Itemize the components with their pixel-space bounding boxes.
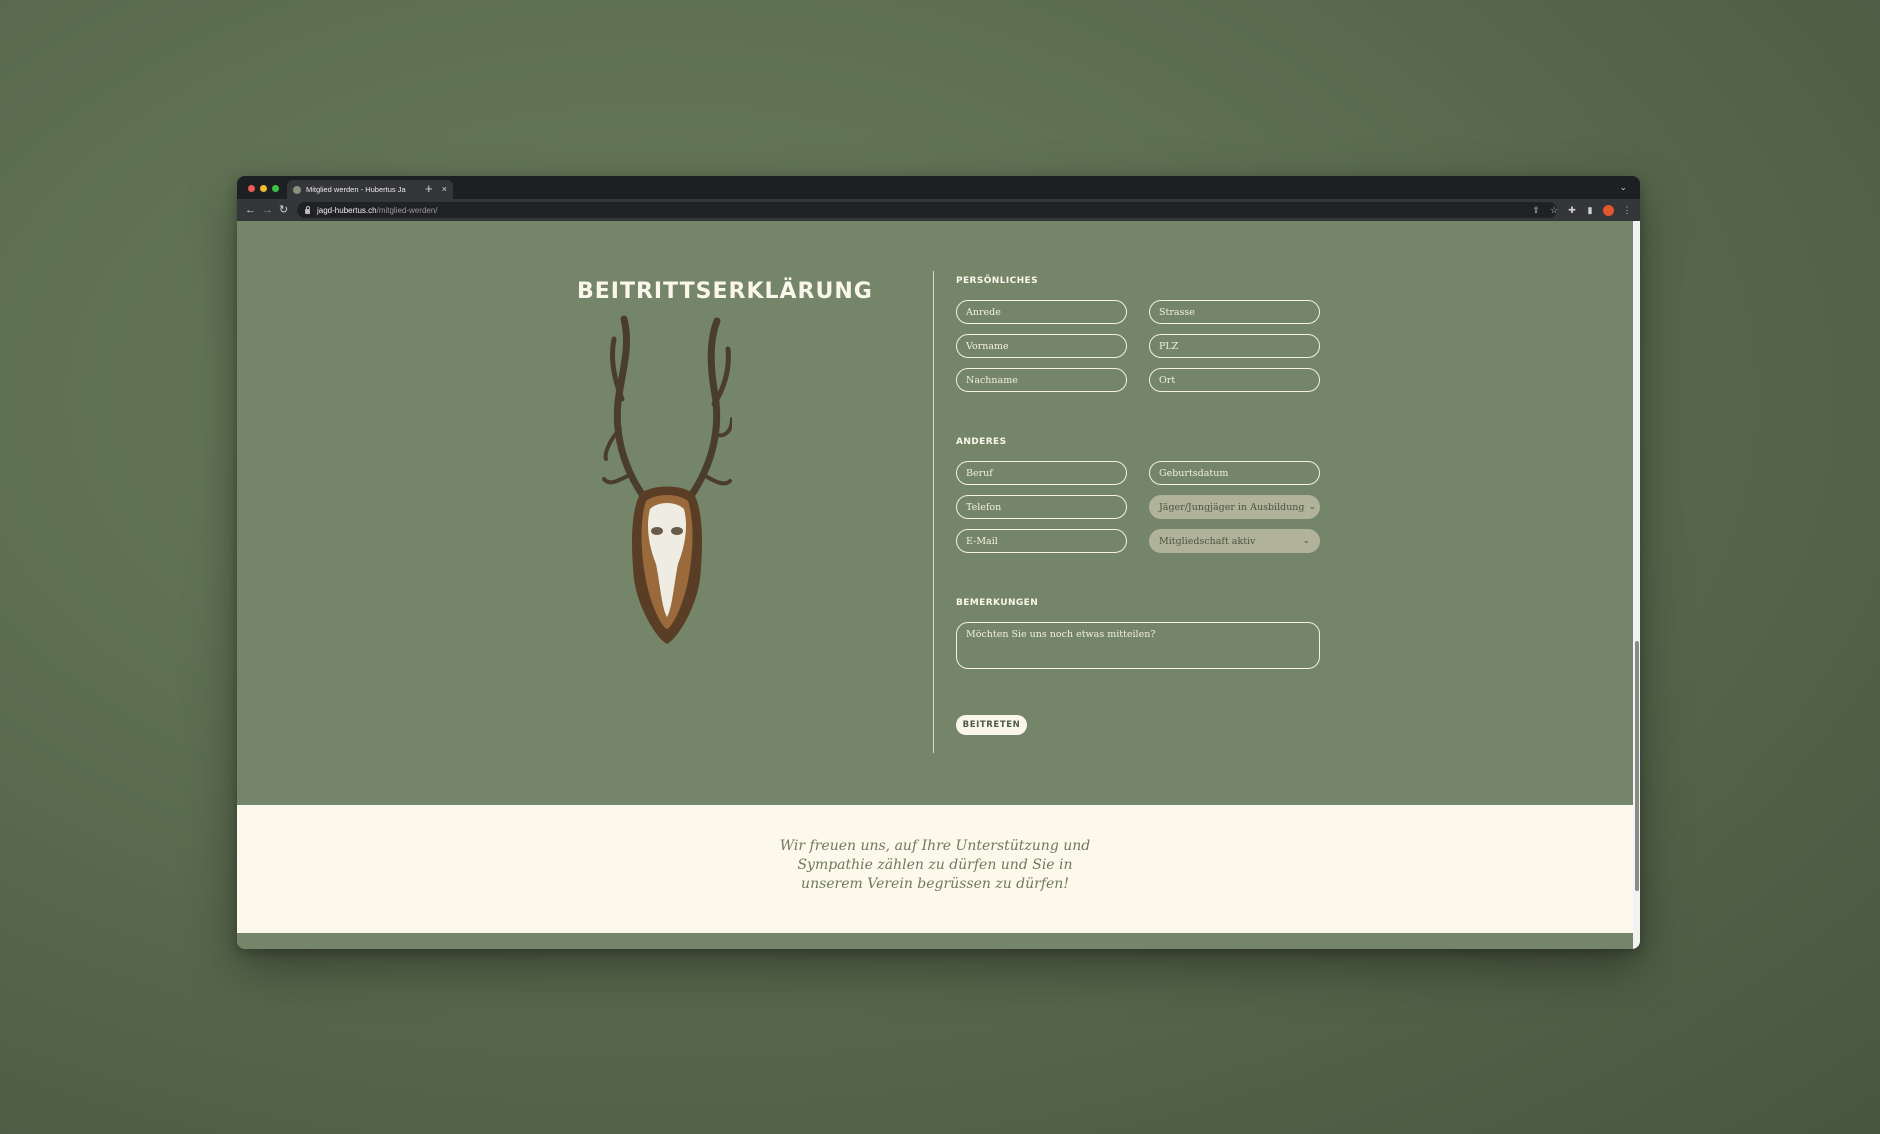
address-bar[interactable]: jagd-hubertus.ch/mitglied-werden/ bbox=[297, 202, 1557, 218]
favicon-icon bbox=[293, 185, 301, 194]
toolbar-icons: ⇪ ☆ ✚ ▮ ⋮ bbox=[1531, 203, 1632, 217]
vorname-field[interactable]: Vorname bbox=[956, 334, 1127, 358]
scrollbar-thumb[interactable] bbox=[1635, 641, 1639, 891]
side-panel-icon[interactable]: ▮ bbox=[1585, 203, 1595, 217]
telefon-field[interactable]: Telefon bbox=[956, 495, 1127, 519]
strasse-field[interactable]: Strasse bbox=[1149, 300, 1320, 324]
share-icon[interactable]: ⇪ bbox=[1531, 203, 1541, 217]
beruf-field[interactable]: Beruf bbox=[956, 461, 1127, 485]
url-host: jagd-hubertus.ch bbox=[317, 205, 377, 215]
email-field[interactable]: E-Mail bbox=[956, 529, 1127, 553]
profile-avatar[interactable] bbox=[1603, 204, 1614, 216]
jaeger-select-value: Jäger/Jungjäger in Ausbildung bbox=[1159, 501, 1305, 513]
bookmark-star-icon[interactable]: ☆ bbox=[1549, 203, 1559, 217]
browser-toolbar: ← → ↻ jagd-hubertus.ch/mitglied-werden/ … bbox=[237, 199, 1640, 221]
remarks-heading: BEMERKUNGEN bbox=[956, 598, 1039, 608]
nachname-field[interactable]: Nachname bbox=[956, 368, 1127, 392]
menu-kebab-icon[interactable]: ⋮ bbox=[1622, 203, 1632, 217]
plz-field[interactable]: PLZ bbox=[1149, 334, 1320, 358]
maximize-window-button[interactable] bbox=[272, 185, 279, 192]
welcome-section: Wir freuen uns, auf Ihre Unterstützung u… bbox=[237, 805, 1633, 933]
page-viewport: BEITRITTSERKLÄRUNG PERSÖNLICHES Anrede S… bbox=[237, 221, 1640, 949]
welcome-text: Wir freuen uns, auf Ihre Unterstützung u… bbox=[779, 838, 1091, 892]
scrollbar-track[interactable] bbox=[1633, 221, 1640, 949]
tab-search-icon[interactable]: ⌄ bbox=[1619, 182, 1627, 193]
submit-button[interactable]: BEITRETEN bbox=[956, 715, 1027, 735]
tab-bar: Mitglied werden - Hubertus Ja × + ⌄ bbox=[237, 176, 1640, 199]
remarks-textarea[interactable]: Möchten Sie uns noch etwas mitteilen? bbox=[956, 622, 1320, 669]
tab-title: Mitglied werden - Hubertus Ja bbox=[306, 185, 406, 194]
chevron-down-icon: ⌄ bbox=[1302, 536, 1310, 546]
deer-trophy-image bbox=[602, 315, 732, 644]
mitgliedschaft-select[interactable]: Mitgliedschaft aktiv ⌄ bbox=[1149, 529, 1320, 553]
membership-form-section: BEITRITTSERKLÄRUNG PERSÖNLICHES Anrede S… bbox=[237, 221, 1633, 805]
tab-close-icon[interactable]: × bbox=[442, 185, 447, 194]
chevron-down-icon: ⌄ bbox=[1308, 502, 1317, 512]
extensions-icon[interactable]: ✚ bbox=[1567, 203, 1577, 217]
reload-button[interactable]: ↻ bbox=[279, 203, 288, 217]
lock-icon bbox=[305, 205, 310, 214]
personal-heading: PERSÖNLICHES bbox=[956, 276, 1038, 286]
footer-strip bbox=[237, 933, 1633, 949]
vertical-divider bbox=[933, 271, 934, 753]
back-button[interactable]: ← bbox=[245, 203, 256, 217]
minimize-window-button[interactable] bbox=[260, 185, 267, 192]
browser-window: Mitglied werden - Hubertus Ja × + ⌄ ← → … bbox=[237, 176, 1640, 949]
jaeger-select[interactable]: Jäger/Jungjäger in Ausbildung ⌄ bbox=[1149, 495, 1320, 519]
mitgliedschaft-select-value: Mitgliedschaft aktiv bbox=[1159, 535, 1256, 547]
url-path: /mitglied-werden/ bbox=[376, 205, 438, 215]
close-window-button[interactable] bbox=[248, 185, 255, 192]
page-title: BEITRITTSERKLÄRUNG bbox=[577, 279, 873, 304]
anrede-field[interactable]: Anrede bbox=[956, 300, 1127, 324]
other-heading: ANDERES bbox=[956, 437, 1007, 447]
geburtsdatum-field[interactable]: Geburtsdatum bbox=[1149, 461, 1320, 485]
new-tab-button[interactable]: + bbox=[425, 182, 433, 195]
forward-button[interactable]: → bbox=[262, 203, 273, 217]
ort-field[interactable]: Ort bbox=[1149, 368, 1320, 392]
